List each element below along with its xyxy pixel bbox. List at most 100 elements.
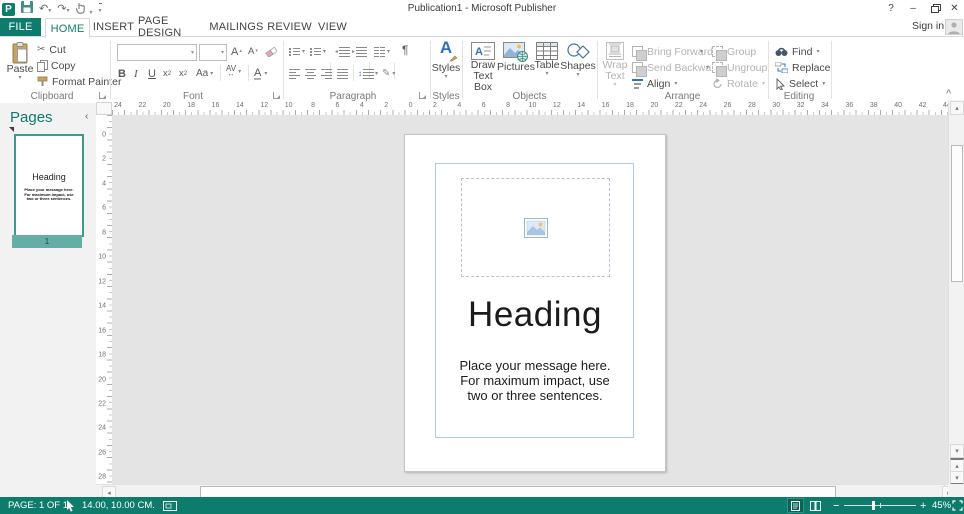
scroll-up-button[interactable]: ▴: [950, 101, 964, 115]
bullets-button[interactable]: ▾: [289, 44, 305, 59]
copy-button[interactable]: Copy: [37, 58, 76, 73]
select-button[interactable]: Select▾: [775, 76, 825, 91]
publication-canvas[interactable]: Heading Place your message here. For max…: [112, 115, 948, 484]
page-indicator[interactable]: PAGE: 1 OF 1: [8, 497, 68, 514]
shrink-font-button[interactable]: A▾: [248, 44, 258, 59]
shapes-button[interactable]: Shapes ▾: [562, 42, 594, 78]
account-avatar[interactable]: [945, 19, 963, 35]
rotate-button[interactable]: Rotate▾: [712, 76, 765, 91]
font-dialog-launcher[interactable]: [273, 92, 280, 99]
justify-icon: [337, 69, 348, 79]
minimize-button[interactable]: –: [906, 0, 920, 16]
object-position[interactable]: 14.00, 10.00 CM.: [82, 497, 155, 514]
decrease-indent-button[interactable]: ◂: [335, 44, 350, 59]
line-spacing-button[interactable]: ↕▾: [358, 66, 378, 81]
pages-section-collapse-icon[interactable]: [9, 127, 14, 132]
single-page-view-button[interactable]: [787, 498, 804, 513]
tab-home[interactable]: HOME: [45, 18, 90, 38]
select-icon: [775, 78, 785, 90]
underline-button[interactable]: U: [148, 66, 156, 81]
fit-to-window-button[interactable]: [952, 497, 963, 514]
previous-page-button[interactable]: ▴: [950, 458, 964, 472]
sign-in-link[interactable]: Sign in: [912, 20, 944, 32]
numbering-button[interactable]: ▾: [310, 44, 326, 59]
paragraph-dialog-launcher[interactable]: [419, 92, 426, 99]
object-size-icon[interactable]: [163, 497, 177, 514]
table-button[interactable]: Table ▾: [533, 42, 561, 77]
publication-page[interactable]: Heading Place your message here. For max…: [404, 134, 666, 472]
zoom-out-button[interactable]: −: [833, 497, 839, 514]
format-painter-button[interactable]: Format Painter: [37, 74, 121, 89]
superscript-button[interactable]: x2: [179, 66, 187, 81]
table-icon: [536, 42, 558, 60]
horizontal-scrollbar[interactable]: ◂ ▸: [96, 484, 948, 498]
font-color-button[interactable]: A▾: [254, 66, 267, 81]
two-page-view-button[interactable]: [807, 498, 824, 513]
bold-button[interactable]: B: [118, 66, 126, 81]
tab-review[interactable]: REVIEW: [269, 18, 310, 36]
ruler-number: 20: [650, 102, 658, 109]
ruler-number: 12: [553, 102, 561, 109]
ruler-origin-box[interactable]: [96, 102, 112, 115]
character-spacing-button[interactable]: AV ↔ ▾: [226, 64, 241, 79]
restore-button[interactable]: [927, 0, 943, 16]
page-heading-text[interactable]: Heading: [405, 295, 665, 335]
justify-button[interactable]: [337, 66, 348, 81]
tab-view[interactable]: VIEW: [314, 18, 351, 36]
paste-button[interactable]: Paste ▾: [6, 42, 34, 81]
zoom-in-button[interactable]: +: [920, 497, 926, 514]
font-name-combo[interactable]: ▾: [117, 44, 197, 61]
replace-button[interactable]: Replace: [775, 60, 831, 75]
picture-placeholder[interactable]: [461, 178, 610, 277]
cut-button[interactable]: ✂Cut: [37, 42, 66, 57]
collapse-pages-panel-button[interactable]: ‹: [85, 111, 88, 122]
columns-button[interactable]: ▾: [374, 44, 390, 59]
pictures-button[interactable]: Pictures: [500, 42, 532, 73]
tab-page-design[interactable]: PAGE DESIGN: [138, 18, 204, 36]
send-backward-dropdown[interactable]: ▾: [706, 65, 709, 71]
vertical-scroll-thumb[interactable]: [951, 145, 963, 282]
align-left-button[interactable]: [289, 66, 300, 81]
help-button[interactable]: ?: [884, 0, 898, 16]
change-case-button[interactable]: Aa▾: [196, 66, 213, 81]
wrap-text-button[interactable]: Wrap Text ▾: [600, 42, 630, 88]
align-button[interactable]: Align▾: [632, 76, 677, 91]
group-button[interactable]: Group: [712, 44, 756, 59]
collapse-ribbon-button[interactable]: ^: [946, 88, 951, 98]
ruler-number: 26: [724, 102, 732, 109]
bring-forward-dropdown[interactable]: ▾: [700, 49, 703, 55]
styles-button[interactable]: A Styles ▾: [434, 42, 458, 80]
grow-font-button[interactable]: A▴: [231, 44, 242, 59]
font-size-combo[interactable]: ▾: [199, 44, 227, 61]
tab-file[interactable]: FILE: [0, 18, 41, 36]
draw-text-box-button[interactable]: A Draw Text Box: [465, 42, 501, 93]
ungroup-button[interactable]: Ungroup: [712, 60, 767, 75]
subscript-button[interactable]: x2: [163, 66, 171, 81]
horizontal-ruler[interactable]: 2422201816141210864202468101214161820222…: [112, 102, 948, 116]
increase-indent-button[interactable]: ▸: [352, 44, 367, 59]
clear-formatting-button[interactable]: [265, 44, 277, 59]
ruler-number: 10: [98, 254, 106, 261]
page-thumbnail[interactable]: Heading Place your message here. For max…: [14, 134, 84, 237]
ruler-number: 4: [360, 102, 364, 109]
scroll-down-button[interactable]: ▾: [950, 444, 964, 458]
close-button[interactable]: ✕: [947, 0, 962, 16]
align-right-button[interactable]: [321, 66, 332, 81]
special-characters-button[interactable]: ¶: [402, 42, 408, 57]
vertical-scrollbar[interactable]: ▴ ▾ ▴ ▾: [948, 100, 964, 484]
align-center-button[interactable]: [305, 66, 316, 81]
clipboard-dialog-launcher[interactable]: [99, 92, 106, 99]
tab-mailings[interactable]: MAILINGS: [208, 18, 265, 36]
borders-button[interactable]: ✎▾: [382, 66, 395, 81]
next-page-button[interactable]: ▾: [950, 471, 964, 485]
ruler-number: 2: [102, 156, 106, 163]
cut-icon: ✂: [37, 44, 45, 55]
vertical-ruler[interactable]: 0246810121416182022242628: [96, 115, 113, 484]
page-thumbnail-number[interactable]: 1: [12, 235, 82, 248]
zoom-slider-thumb[interactable]: [872, 501, 875, 510]
italic-button[interactable]: I: [134, 66, 138, 81]
tab-insert[interactable]: INSERT: [93, 18, 134, 36]
zoom-level[interactable]: 45%: [932, 497, 951, 514]
find-button[interactable]: Find▾: [775, 44, 819, 59]
page-body-text[interactable]: Place your message here. For maximum imp…: [405, 358, 665, 403]
